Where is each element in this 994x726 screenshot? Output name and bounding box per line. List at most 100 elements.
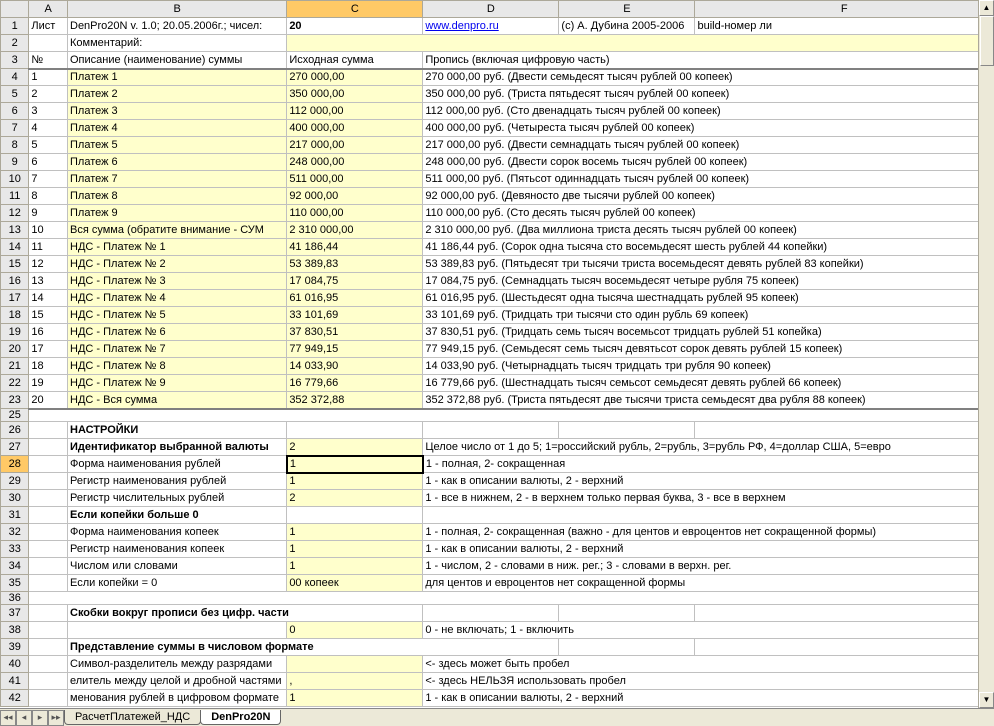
table-row[interactable]: 2017НДС - Платеж № 777 949,1577 949,15 р… (1, 341, 994, 358)
cell[interactable]: 217 000,00 (287, 137, 423, 154)
table-row[interactable]: 1714НДС - Платеж № 461 016,9561 016,95 р… (1, 290, 994, 307)
cell[interactable]: 17 (29, 341, 68, 358)
row-3[interactable]: 3 № Описание (наименование) суммы Исходн… (1, 52, 994, 69)
cell[interactable]: Платеж 8 (68, 188, 287, 205)
comment-field[interactable] (287, 35, 994, 52)
tab-nav-first[interactable]: ◂◂ (0, 710, 16, 726)
cell[interactable]: Регистр наименования копеек (68, 541, 287, 558)
cell[interactable]: Вся сумма (обратите внимание - СУМ (68, 222, 287, 239)
tab-nav-prev[interactable]: ◂ (16, 710, 32, 726)
cell[interactable]: Лист (29, 18, 68, 35)
cell[interactable]: 2 (287, 490, 423, 507)
cell[interactable]: 1 - как в описании валюты, 2 - верхний (423, 473, 994, 490)
cell[interactable]: 19 (29, 375, 68, 392)
cell[interactable]: 2 310 000,00 руб. (Два миллиона триста д… (423, 222, 994, 239)
cell[interactable]: 17 084,75 (287, 273, 423, 290)
cell[interactable]: НДС - Платеж № 1 (68, 239, 287, 256)
sheet-tab-1[interactable]: РасчетПлатежей_НДС (64, 710, 201, 725)
table-row[interactable]: 27Идентификатор выбранной валюты2Целое ч… (1, 439, 994, 456)
cell[interactable]: 8 (29, 188, 68, 205)
cell[interactable]: НДС - Платеж № 9 (68, 375, 287, 392)
cell[interactable]: 1 - полная, 2- сокращенная (423, 456, 994, 473)
table-row[interactable]: 118Платеж 892 000,0092 000,00 руб. (Девя… (1, 188, 994, 205)
table-row[interactable]: 33Регистр наименования копеек11 - как в … (1, 541, 994, 558)
cell[interactable]: Пропись (включая цифровую часть) (423, 52, 994, 69)
cell[interactable]: Форма наименования рублей (68, 456, 287, 473)
col-header-a[interactable]: A (29, 1, 68, 18)
cell[interactable]: (с) А. Дубина 2005-2006 (559, 18, 695, 35)
cell[interactable]: НДС - Платеж № 8 (68, 358, 287, 375)
cell[interactable]: 270 000,00 (287, 69, 423, 86)
cell[interactable]: 14 (29, 290, 68, 307)
cell[interactable]: 33 101,69 руб. (Тридцать три тысячи сто … (423, 307, 994, 324)
row-2[interactable]: 2 Комментарий: (1, 35, 994, 52)
cell[interactable]: 1 (287, 524, 423, 541)
cell[interactable]: 511 000,00 (287, 171, 423, 188)
cell[interactable]: 10 (29, 222, 68, 239)
cell[interactable]: НДС - Платеж № 2 (68, 256, 287, 273)
cell[interactable]: DenPro20N v. 1.0; 20.05.2006г.; чисел: (68, 18, 287, 35)
table-row[interactable]: 1411НДС - Платеж № 141 186,4441 186,44 р… (1, 239, 994, 256)
table-row[interactable]: 29Регистр наименования рублей11 - как в … (1, 473, 994, 490)
cell[interactable]: Если копейки = 0 (68, 575, 287, 592)
cell[interactable]: 2 310 000,00 (287, 222, 423, 239)
table-row[interactable]: 41Платеж 1270 000,00270 000,00 руб. (Две… (1, 69, 994, 86)
cell[interactable]: 11 (29, 239, 68, 256)
cell[interactable]: Платеж 2 (68, 86, 287, 103)
cell[interactable]: 20 (287, 18, 423, 35)
cell[interactable]: 350 000,00 (287, 86, 423, 103)
table-row[interactable]: 1512НДС - Платеж № 253 389,8353 389,83 р… (1, 256, 994, 273)
cell[interactable]: 13 (29, 273, 68, 290)
table-row[interactable]: 1613НДС - Платеж № 317 084,7517 084,75 р… (1, 273, 994, 290)
table-row[interactable]: 34Числом или словами11 - числом, 2 - сло… (1, 558, 994, 575)
cell[interactable]: 37 830,51 руб. (Тридцать семь тысяч восе… (423, 324, 994, 341)
cell[interactable]: 16 779,66 руб. (Шестнадцать тысяч семьсо… (423, 375, 994, 392)
cell[interactable]: 9 (29, 205, 68, 222)
row-37[interactable]: 37 Скобки вокруг прописи без цифр. части (1, 605, 994, 622)
cell[interactable]: 12 (29, 256, 68, 273)
cell[interactable]: 61 016,95 руб. (Шестьдесят одна тысяча ш… (423, 290, 994, 307)
cell[interactable]: 1 (287, 558, 423, 575)
col-header-c[interactable]: C (287, 1, 423, 18)
cell[interactable]: <- здесь может быть пробел (423, 656, 994, 673)
cell[interactable]: 112 000,00 (287, 103, 423, 120)
row-1[interactable]: 1 Лист DenPro20N v. 1.0; 20.05.2006г.; ч… (1, 18, 994, 35)
table-row[interactable]: 31Если копейки больше 0 (1, 507, 994, 524)
table-row[interactable]: 1310Вся сумма (обратите внимание - СУМ2 … (1, 222, 994, 239)
cell[interactable]: 77 949,15 (287, 341, 423, 358)
cell[interactable]: НДС - Платеж № 6 (68, 324, 287, 341)
cell[interactable]: Идентификатор выбранной валюты (68, 439, 287, 456)
col-header-f[interactable]: F (695, 1, 994, 18)
col-header-e[interactable]: E (559, 1, 695, 18)
cell[interactable]: 17 084,75 руб. (Семнадцать тысяч восемьд… (423, 273, 994, 290)
cell[interactable]: 112 000,00 руб. (Сто двенадцать тысяч ру… (423, 103, 994, 120)
row-26[interactable]: 26 НАСТРОЙКИ (1, 422, 994, 439)
cell[interactable]: 37 830,51 (287, 324, 423, 341)
vertical-scrollbar[interactable]: ▲ ▼ (978, 0, 994, 708)
cell[interactable]: 217 000,00 руб. (Двести семнадцать тысяч… (423, 137, 994, 154)
cell[interactable]: Платеж 1 (68, 69, 287, 86)
cell[interactable]: 20 (29, 392, 68, 409)
cell[interactable]: НДС - Платеж № 4 (68, 290, 287, 307)
cell[interactable]: Описание (наименование) суммы (68, 52, 287, 69)
cell[interactable] (423, 507, 994, 524)
cell[interactable]: № (29, 52, 68, 69)
scroll-down-button[interactable]: ▼ (979, 692, 994, 708)
cell[interactable]: 16 (29, 324, 68, 341)
cell[interactable]: 0 (287, 622, 423, 639)
cell[interactable]: 0 - не включать; 1 - включить (423, 622, 994, 639)
cell[interactable]: 1 (287, 690, 423, 707)
cell[interactable]: елитель между целой и дробной частями (68, 673, 287, 690)
table-row[interactable]: 74Платеж 4400 000,00400 000,00 руб. (Чет… (1, 120, 994, 137)
cell[interactable]: 1 - все в нижнем, 2 - в верхнем только п… (423, 490, 994, 507)
cell[interactable]: НДС - Платеж № 3 (68, 273, 287, 290)
cell[interactable]: 7 (29, 171, 68, 188)
tab-nav-next[interactable]: ▸ (32, 710, 48, 726)
cell[interactable]: менования рублей в цифровом формате (68, 690, 287, 707)
col-header-d[interactable]: D (423, 1, 559, 18)
cell[interactable]: Платеж 7 (68, 171, 287, 188)
cell[interactable]: 5 (29, 137, 68, 154)
cell[interactable]: НДС - Вся сумма (68, 392, 287, 409)
cell[interactable]: Платеж 9 (68, 205, 287, 222)
cell[interactable]: 2 (29, 86, 68, 103)
